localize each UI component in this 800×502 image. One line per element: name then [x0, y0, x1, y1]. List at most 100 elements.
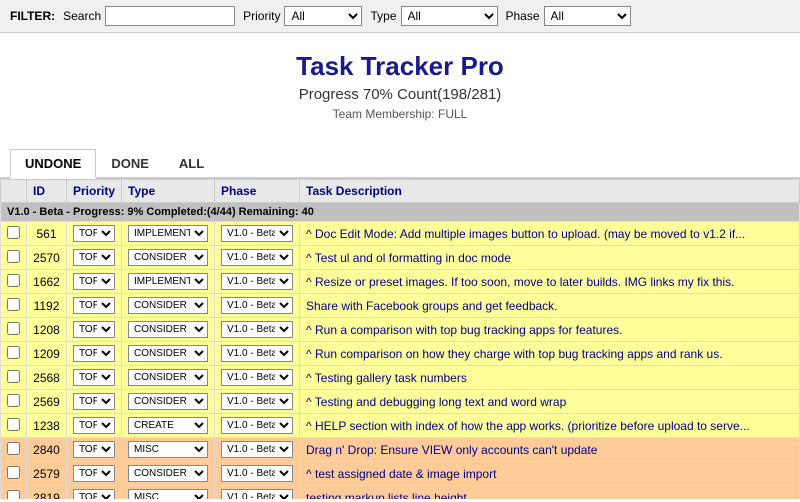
row-type[interactable]: IMPLEMENT CONSIDER MISC CREATE — [122, 462, 215, 486]
row-checkbox-cell[interactable] — [1, 414, 27, 438]
priority-row-select[interactable]: TOP HIGH NORMAL — [73, 369, 115, 386]
row-priority[interactable]: TOP HIGH NORMAL — [67, 294, 122, 318]
priority-row-select[interactable]: TOP HIGH NORMAL — [73, 321, 115, 338]
row-priority[interactable]: TOP HIGH NORMAL — [67, 318, 122, 342]
priority-row-select[interactable]: TOP HIGH NORMAL — [73, 441, 115, 458]
row-checkbox-cell[interactable] — [1, 222, 27, 246]
row-priority[interactable]: TOP HIGH NORMAL — [67, 246, 122, 270]
priority-row-select[interactable]: TOP HIGH NORMAL — [73, 249, 115, 266]
priority-row-select[interactable]: TOP HIGH NORMAL — [73, 345, 115, 362]
row-phase[interactable]: V1.0 - Beta V1.1 V1.2 — [215, 270, 300, 294]
row-type[interactable]: IMPLEMENT CONSIDER MISC CREATE — [122, 246, 215, 270]
priority-row-select[interactable]: TOP HIGH NORMAL — [73, 417, 115, 434]
row-priority[interactable]: TOP HIGH NORMAL — [67, 342, 122, 366]
phase-row-select[interactable]: V1.0 - Beta V1.1 V1.2 — [221, 273, 293, 290]
phase-row-select[interactable]: V1.0 - Beta V1.1 V1.2 — [221, 465, 293, 482]
priority-row-select[interactable]: TOP HIGH NORMAL — [73, 489, 115, 499]
row-checkbox[interactable] — [7, 394, 20, 407]
row-type[interactable]: IMPLEMENT CONSIDER MISC CREATE — [122, 318, 215, 342]
row-checkbox[interactable] — [7, 490, 20, 500]
row-phase[interactable]: V1.0 - Beta V1.1 V1.2 — [215, 294, 300, 318]
phase-row-select[interactable]: V1.0 - Beta V1.1 V1.2 — [221, 417, 293, 434]
type-row-select[interactable]: IMPLEMENT CONSIDER MISC CREATE — [128, 417, 208, 434]
row-type[interactable]: IMPLEMENT CONSIDER MISC CREATE — [122, 342, 215, 366]
phase-row-select[interactable]: V1.0 - Beta V1.1 V1.2 — [221, 321, 293, 338]
row-type[interactable]: IMPLEMENT CONSIDER MISC CREATE — [122, 414, 215, 438]
phase-row-select[interactable]: V1.0 - Beta V1.1 V1.2 — [221, 441, 293, 458]
tab-undone[interactable]: UNDONE — [10, 149, 96, 179]
row-type[interactable]: IMPLEMENT CONSIDER MISC CREATE — [122, 222, 215, 246]
row-phase[interactable]: V1.0 - Beta V1.1 V1.2 — [215, 438, 300, 462]
row-priority[interactable]: TOP HIGH NORMAL — [67, 486, 122, 500]
row-checkbox-cell[interactable] — [1, 246, 27, 270]
row-checkbox[interactable] — [7, 370, 20, 383]
priority-row-select[interactable]: TOP HIGH NORMAL — [73, 465, 115, 482]
priority-row-select[interactable]: TOP HIGH NORMAL — [73, 297, 115, 314]
row-checkbox-cell[interactable] — [1, 270, 27, 294]
row-phase[interactable]: V1.0 - Beta V1.1 V1.2 — [215, 486, 300, 500]
row-checkbox[interactable] — [7, 226, 20, 239]
type-row-select[interactable]: IMPLEMENT CONSIDER MISC CREATE — [128, 321, 208, 338]
row-phase[interactable]: V1.0 - Beta V1.1 V1.2 — [215, 462, 300, 486]
row-type[interactable]: IMPLEMENT CONSIDER MISC CREATE — [122, 438, 215, 462]
type-select-filter[interactable]: All IMPLEMENT CONSIDER MISC CREATE — [401, 6, 498, 26]
row-checkbox-cell[interactable] — [1, 342, 27, 366]
row-checkbox-cell[interactable] — [1, 438, 27, 462]
phase-row-select[interactable]: V1.0 - Beta V1.1 V1.2 — [221, 393, 293, 410]
phase-row-select[interactable]: V1.0 - Beta V1.1 V1.2 — [221, 489, 293, 499]
phase-select-filter[interactable]: All V1.0 - Beta V1.1 V1.2 — [544, 6, 631, 26]
row-phase[interactable]: V1.0 - Beta V1.1 V1.2 — [215, 222, 300, 246]
priority-select[interactable]: All TOP HIGH NORMAL — [284, 6, 362, 26]
type-row-select[interactable]: IMPLEMENT CONSIDER MISC CREATE — [128, 273, 208, 290]
type-row-select[interactable]: IMPLEMENT CONSIDER MISC CREATE — [128, 441, 208, 458]
search-input[interactable] — [105, 6, 235, 26]
type-row-select[interactable]: IMPLEMENT CONSIDER MISC CREATE — [128, 369, 208, 386]
row-phase[interactable]: V1.0 - Beta V1.1 V1.2 — [215, 366, 300, 390]
type-row-select[interactable]: IMPLEMENT CONSIDER MISC CREATE — [128, 249, 208, 266]
row-checkbox[interactable] — [7, 274, 20, 287]
priority-row-select[interactable]: TOP HIGH NORMAL — [73, 273, 115, 290]
type-row-select[interactable]: IMPLEMENT CONSIDER MISC CREATE — [128, 489, 208, 499]
tab-all[interactable]: ALL — [164, 149, 219, 177]
type-row-select[interactable]: IMPLEMENT CONSIDER MISC CREATE — [128, 225, 208, 242]
row-checkbox-cell[interactable] — [1, 294, 27, 318]
row-phase[interactable]: V1.0 - Beta V1.1 V1.2 — [215, 342, 300, 366]
row-type[interactable]: IMPLEMENT CONSIDER MISC CREATE — [122, 294, 215, 318]
type-row-select[interactable]: IMPLEMENT CONSIDER MISC CREATE — [128, 465, 208, 482]
row-type[interactable]: IMPLEMENT CONSIDER MISC CREATE — [122, 486, 215, 500]
type-row-select[interactable]: IMPLEMENT CONSIDER MISC CREATE — [128, 345, 208, 362]
row-checkbox[interactable] — [7, 322, 20, 335]
row-checkbox[interactable] — [7, 466, 20, 479]
row-phase[interactable]: V1.0 - Beta V1.1 V1.2 — [215, 318, 300, 342]
row-priority[interactable]: TOP HIGH NORMAL — [67, 390, 122, 414]
phase-row-select[interactable]: V1.0 - Beta V1.1 V1.2 — [221, 297, 293, 314]
row-priority[interactable]: TOP HIGH NORMAL — [67, 270, 122, 294]
row-phase[interactable]: V1.0 - Beta V1.1 V1.2 — [215, 246, 300, 270]
tab-done[interactable]: DONE — [96, 149, 164, 177]
row-checkbox[interactable] — [7, 346, 20, 359]
row-checkbox[interactable] — [7, 250, 20, 263]
row-phase[interactable]: V1.0 - Beta V1.1 V1.2 — [215, 390, 300, 414]
row-checkbox[interactable] — [7, 442, 20, 455]
row-phase[interactable]: V1.0 - Beta V1.1 V1.2 — [215, 414, 300, 438]
row-checkbox-cell[interactable] — [1, 390, 27, 414]
priority-row-select[interactable]: TOP HIGH NORMAL — [73, 393, 115, 410]
type-row-select[interactable]: IMPLEMENT CONSIDER MISC CREATE — [128, 393, 208, 410]
row-type[interactable]: IMPLEMENT CONSIDER MISC CREATE — [122, 366, 215, 390]
row-priority[interactable]: TOP HIGH NORMAL — [67, 222, 122, 246]
row-priority[interactable]: TOP HIGH NORMAL — [67, 462, 122, 486]
priority-row-select[interactable]: TOP HIGH NORMAL — [73, 225, 115, 242]
phase-row-select[interactable]: V1.0 - Beta V1.1 V1.2 — [221, 225, 293, 242]
row-type[interactable]: IMPLEMENT CONSIDER MISC CREATE — [122, 270, 215, 294]
row-priority[interactable]: TOP HIGH NORMAL — [67, 438, 122, 462]
phase-row-select[interactable]: V1.0 - Beta V1.1 V1.2 — [221, 369, 293, 386]
row-priority[interactable]: TOP HIGH NORMAL — [67, 414, 122, 438]
row-checkbox[interactable] — [7, 418, 20, 431]
row-checkbox[interactable] — [7, 298, 20, 311]
row-checkbox-cell[interactable] — [1, 318, 27, 342]
phase-row-select[interactable]: V1.0 - Beta V1.1 V1.2 — [221, 345, 293, 362]
row-checkbox-cell[interactable] — [1, 462, 27, 486]
row-checkbox-cell[interactable] — [1, 366, 27, 390]
phase-row-select[interactable]: V1.0 - Beta V1.1 V1.2 — [221, 249, 293, 266]
row-checkbox-cell[interactable] — [1, 486, 27, 500]
